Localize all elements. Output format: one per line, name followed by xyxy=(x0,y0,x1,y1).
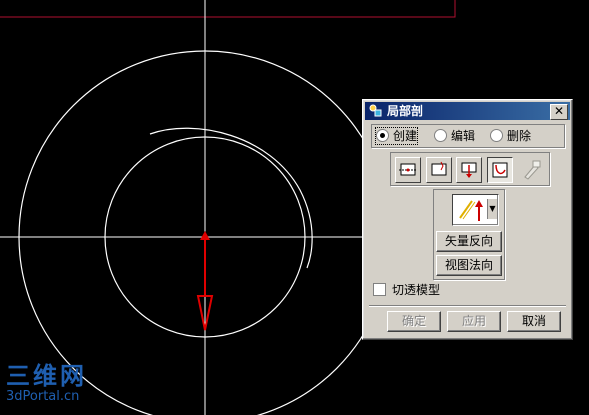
direction-dropdown[interactable]: ▼ xyxy=(452,194,499,226)
watermark-logo-text: 三维网 xyxy=(6,362,87,390)
radio-dot xyxy=(376,129,389,142)
section-tool-icon xyxy=(369,104,382,117)
close-button[interactable]: ✕ xyxy=(550,104,568,120)
section-break-icon xyxy=(431,161,447,176)
vector-direction-icon xyxy=(459,200,483,221)
radio-create[interactable]: 创建 xyxy=(374,127,419,145)
mode-radio-row: 创建 编辑 删除 xyxy=(371,124,563,146)
dialog-titlebar[interactable]: 局部剖 ✕ xyxy=(365,102,570,120)
radio-create-label: 创建 xyxy=(393,129,418,143)
cancel-button[interactable]: 取消 xyxy=(507,311,561,332)
tool-section-pen[interactable] xyxy=(518,157,544,183)
dialog-title: 局部剖 xyxy=(387,104,424,118)
local-section-dialog: 局部剖 ✕ 创建 编辑 删除 ▼ 矢量反向 视图法向 切透模型 确定 应用 取消 xyxy=(362,99,573,340)
view-normal-button[interactable]: 视图法向 xyxy=(436,255,502,276)
radio-dot xyxy=(490,129,503,142)
cut-through-model-checkbox[interactable]: 切透模型 xyxy=(373,283,440,297)
section-box-icon xyxy=(399,163,417,176)
watermark-url: 3dPortal.cn xyxy=(6,389,80,404)
tool-section-arrow[interactable] xyxy=(456,157,482,183)
apply-button[interactable]: 应用 xyxy=(447,311,501,332)
radio-delete[interactable]: 删除 xyxy=(490,128,531,144)
chevron-down-icon: ▼ xyxy=(487,199,497,219)
vector-reverse-button[interactable]: 矢量反向 xyxy=(436,231,502,252)
radio-edit-label: 编辑 xyxy=(451,129,476,143)
radio-delete-label: 删除 xyxy=(507,129,532,143)
button-separator xyxy=(369,305,566,307)
section-arrow-icon xyxy=(461,162,477,178)
radio-edit[interactable]: 编辑 xyxy=(434,128,475,144)
ok-button[interactable]: 确定 xyxy=(387,311,441,332)
tool-section-break[interactable] xyxy=(426,157,452,183)
checkbox-box xyxy=(373,283,386,296)
tool-section-box[interactable] xyxy=(395,157,421,183)
section-curve-icon xyxy=(492,162,508,178)
tool-section-curve[interactable] xyxy=(487,157,513,183)
site-watermark: 三维网 3dPortal.cn xyxy=(6,362,87,404)
radio-dot xyxy=(434,129,447,142)
section-pen-icon xyxy=(524,160,541,180)
cut-through-model-label: 切透模型 xyxy=(392,283,441,297)
